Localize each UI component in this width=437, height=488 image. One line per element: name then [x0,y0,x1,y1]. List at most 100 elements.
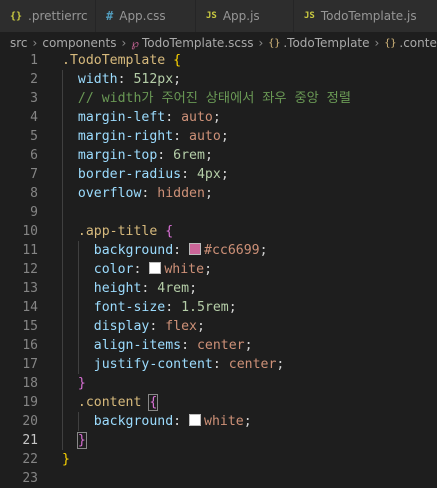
code-token: center [228,357,277,372]
code-text: color: white; [62,260,212,279]
code-line[interactable]: 21 } [0,431,437,450]
code-line[interactable]: 17 justify-content: center; [0,355,437,374]
line-number: 14 [22,300,38,315]
code-token: ; [220,167,229,182]
tab-label: App.css [119,9,166,23]
code-line[interactable]: 12 color: white; [0,260,437,279]
tab-app-js[interactable]: JS App.js [196,0,294,32]
code-token: 512px [133,72,174,87]
code-token: .content [62,395,142,410]
code-token: ; [220,129,229,144]
code-text: margin-right: auto; [62,127,229,146]
code-text: } [62,374,86,393]
code-line[interactable]: 6 margin-top: 6rem; [0,146,437,165]
line-number: 5 [30,129,38,144]
code-line[interactable]: 18 } [0,374,437,393]
code-line[interactable]: 23 [0,469,437,488]
code-line[interactable]: 14 font-size: 1.5rem; [0,298,437,317]
code-text: height: 4rem; [62,279,197,298]
code-line[interactable]: 2 width: 512px; [0,70,437,89]
color-swatch[interactable] [189,243,202,255]
code-token: #cc6699 [204,243,260,258]
line-number: 13 [22,281,38,296]
code-token: border-radius [62,167,182,182]
code-token: : [141,281,158,296]
code-line[interactable]: 5 margin-right: auto; [0,127,437,146]
code-token: : [181,338,197,353]
code-token: ; [244,338,253,353]
chevron-right-icon: › [32,36,38,50]
code-token: : [165,300,182,315]
code-line[interactable]: 22} [0,450,437,469]
breadcrumb-item-file[interactable]: ℘ TodoTemplate.scss [131,36,253,50]
breadcrumb-item-components[interactable]: components [42,36,116,50]
code-line[interactable]: 10 .app-title { [0,222,437,241]
line-number: 16 [22,338,38,353]
code-token: width [62,72,118,87]
code-token: center [196,338,245,353]
code-text: margin-left: auto; [62,108,221,127]
color-swatch[interactable] [189,414,202,426]
code-token: ; [243,414,252,429]
code-text: // width가 주어진 상태에서 좌우 중앙 정렬 [62,89,351,108]
code-line[interactable]: 15 display: flex; [0,317,437,336]
line-number: 10 [22,224,38,239]
line-number: 8 [30,186,38,201]
code-token: : [212,357,229,372]
code-line[interactable]: 20 background: white; [0,412,437,431]
code-text: font-size: 1.5rem; [62,298,237,317]
code-line[interactable]: 16 align-items: center; [0,336,437,355]
code-token: ; [228,300,237,315]
code-line[interactable]: 7 border-radius: 4px; [0,165,437,184]
breadcrumb-item-symbol-todotemplate[interactable]: {} .TodoTemplate [268,36,369,50]
color-swatch[interactable] [149,262,162,274]
line-number: 6 [30,148,38,163]
code-token: : [117,72,134,87]
breadcrumb-symbol-label: .TodoTemplate [283,36,370,50]
code-token: ; [259,243,268,258]
code-token: : [173,129,190,144]
breadcrumb-item-src[interactable]: src [10,36,28,50]
code-text: margin-top: 6rem; [62,146,213,165]
code-token: 1.5rem [181,300,229,315]
code-line[interactable]: 8 overflow: hidden; [0,184,437,203]
js-file-icon: JS [206,11,217,21]
tab-todotemplate-js[interactable]: JS TodoTemplate.js [294,0,437,32]
code-line[interactable]: 11 background: #cc6699; [0,241,437,260]
code-token: } [76,432,87,449]
indent-guide [78,241,79,374]
code-text: } [62,450,70,469]
code-line[interactable]: 19 .content { [0,393,437,412]
code-token: ; [212,110,221,125]
code-token: ; [197,319,205,334]
code-line[interactable]: 4 margin-left: auto; [0,108,437,127]
line-number: 4 [30,110,38,125]
line-number: 9 [30,205,38,220]
code-text: width: 512px; [62,70,181,89]
code-token: ; [204,148,213,163]
code-editor[interactable]: 1 .TodoTemplate {2 width: 512px; 3 // widt… [0,51,437,486]
code-token: ; [189,281,198,296]
line-number: 12 [22,262,38,277]
js-file-icon: JS [304,11,315,21]
code-line[interactable]: 3 // width가 주어진 상태에서 좌우 중앙 정렬 [0,89,437,108]
code-line[interactable]: 13 height: 4rem; [0,279,437,298]
code-token: { [165,224,174,239]
line-number: 3 [30,91,38,106]
code-text: justify-content: center; [62,355,285,374]
line-number: 1 [30,53,38,68]
code-text: align-items: center; [62,336,253,355]
tab-prettierrc[interactable]: {} .prettierrc [0,0,96,32]
code-line[interactable]: 9 [0,203,437,222]
breadcrumb-item-symbol-content[interactable]: {} .content [384,36,437,50]
line-number: 21 [22,433,38,448]
breadcrumb-symbol-label: .content [399,36,437,50]
tab-app-css[interactable]: # App.css [96,0,196,32]
code-line[interactable]: 1 .TodoTemplate { [0,51,437,70]
line-number: 11 [22,243,38,258]
code-token: white [164,262,205,277]
code-token: margin-top [62,148,158,163]
code-token: : [149,319,166,334]
code-text: .app-title { [62,222,173,241]
